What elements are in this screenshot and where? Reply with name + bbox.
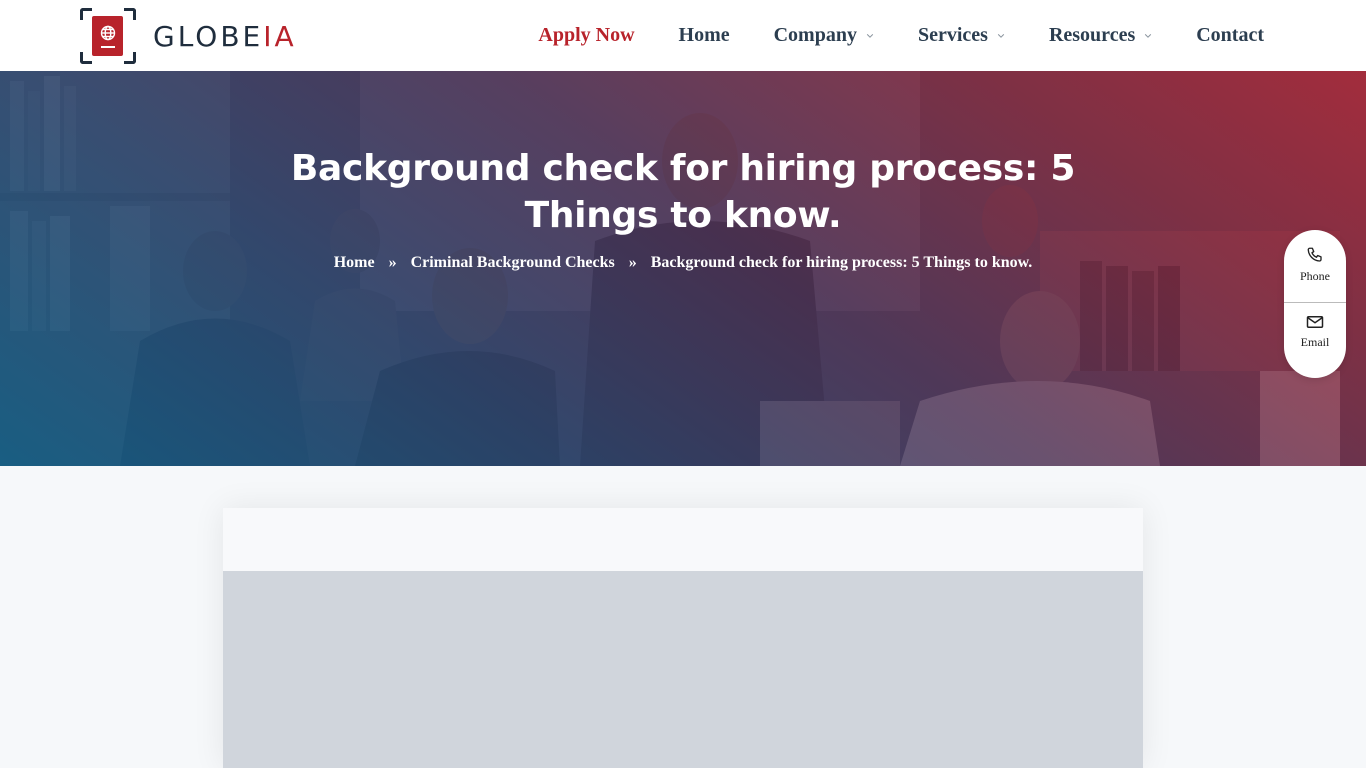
article-card xyxy=(223,508,1143,768)
floating-contact-widget: Phone Email xyxy=(1284,230,1346,378)
nav-contact[interactable]: Contact xyxy=(1196,24,1264,47)
breadcrumb-current: Background check for hiring process: 5 T… xyxy=(650,254,1033,271)
nav-label: Contact xyxy=(1196,24,1264,46)
logo[interactable]: GLOBEIA xyxy=(80,8,297,64)
breadcrumb-separator: » xyxy=(388,254,397,271)
nav-home[interactable]: Home xyxy=(679,24,730,47)
nav-label: Home xyxy=(678,24,730,46)
breadcrumb-separator: » xyxy=(628,254,637,271)
chevron-down-icon xyxy=(1145,33,1152,38)
email-button[interactable]: Email xyxy=(1284,314,1346,350)
nav-label: Company xyxy=(773,24,857,46)
phone-icon xyxy=(1307,247,1322,262)
breadcrumb-criminal-background-checks[interactable]: Criminal Background Checks xyxy=(411,254,615,272)
logo-mark xyxy=(80,8,136,64)
phone-button[interactable]: Phone xyxy=(1284,246,1346,284)
page-title: Background check for hiring process: 5 T… xyxy=(290,148,1076,236)
site-header: GLOBEIA Apply Now Home Company Services … xyxy=(0,0,1366,71)
nav-label: Apply Now xyxy=(538,24,635,46)
email-label: Email xyxy=(1300,335,1330,349)
main-nav: Apply Now Home Company Services Resource… xyxy=(538,0,1264,71)
frame-corner xyxy=(80,8,92,20)
chevron-down-icon xyxy=(866,33,874,38)
brand-name: GLOBEIA xyxy=(153,20,297,53)
nav-resources[interactable]: Resources xyxy=(1049,24,1152,47)
nav-company[interactable]: Company xyxy=(774,24,874,47)
breadcrumb-home[interactable]: Home xyxy=(334,254,375,272)
chevron-down-icon xyxy=(997,33,1005,38)
article-featured-image-placeholder xyxy=(223,571,1143,768)
frame-corner xyxy=(124,52,136,64)
nav-services[interactable]: Services xyxy=(918,24,1005,47)
brand-name-accent: IA xyxy=(263,19,297,53)
passport-line xyxy=(100,45,115,48)
frame-corner xyxy=(124,8,136,20)
page-hero: Background check for hiring process: 5 T… xyxy=(0,71,1366,466)
nav-label: Resources xyxy=(1048,24,1136,46)
breadcrumb: Home » Criminal Background Checks » Back… xyxy=(0,254,1366,272)
nav-apply-now[interactable]: Apply Now xyxy=(538,24,634,47)
passport-globe-icon xyxy=(92,16,123,56)
phone-label: Phone xyxy=(1300,269,1330,283)
envelope-icon xyxy=(1306,316,1324,328)
brand-name-main: GLOBE xyxy=(153,19,264,53)
frame-corner xyxy=(80,52,92,64)
nav-label: Services xyxy=(917,24,988,46)
widget-divider xyxy=(1284,302,1346,303)
